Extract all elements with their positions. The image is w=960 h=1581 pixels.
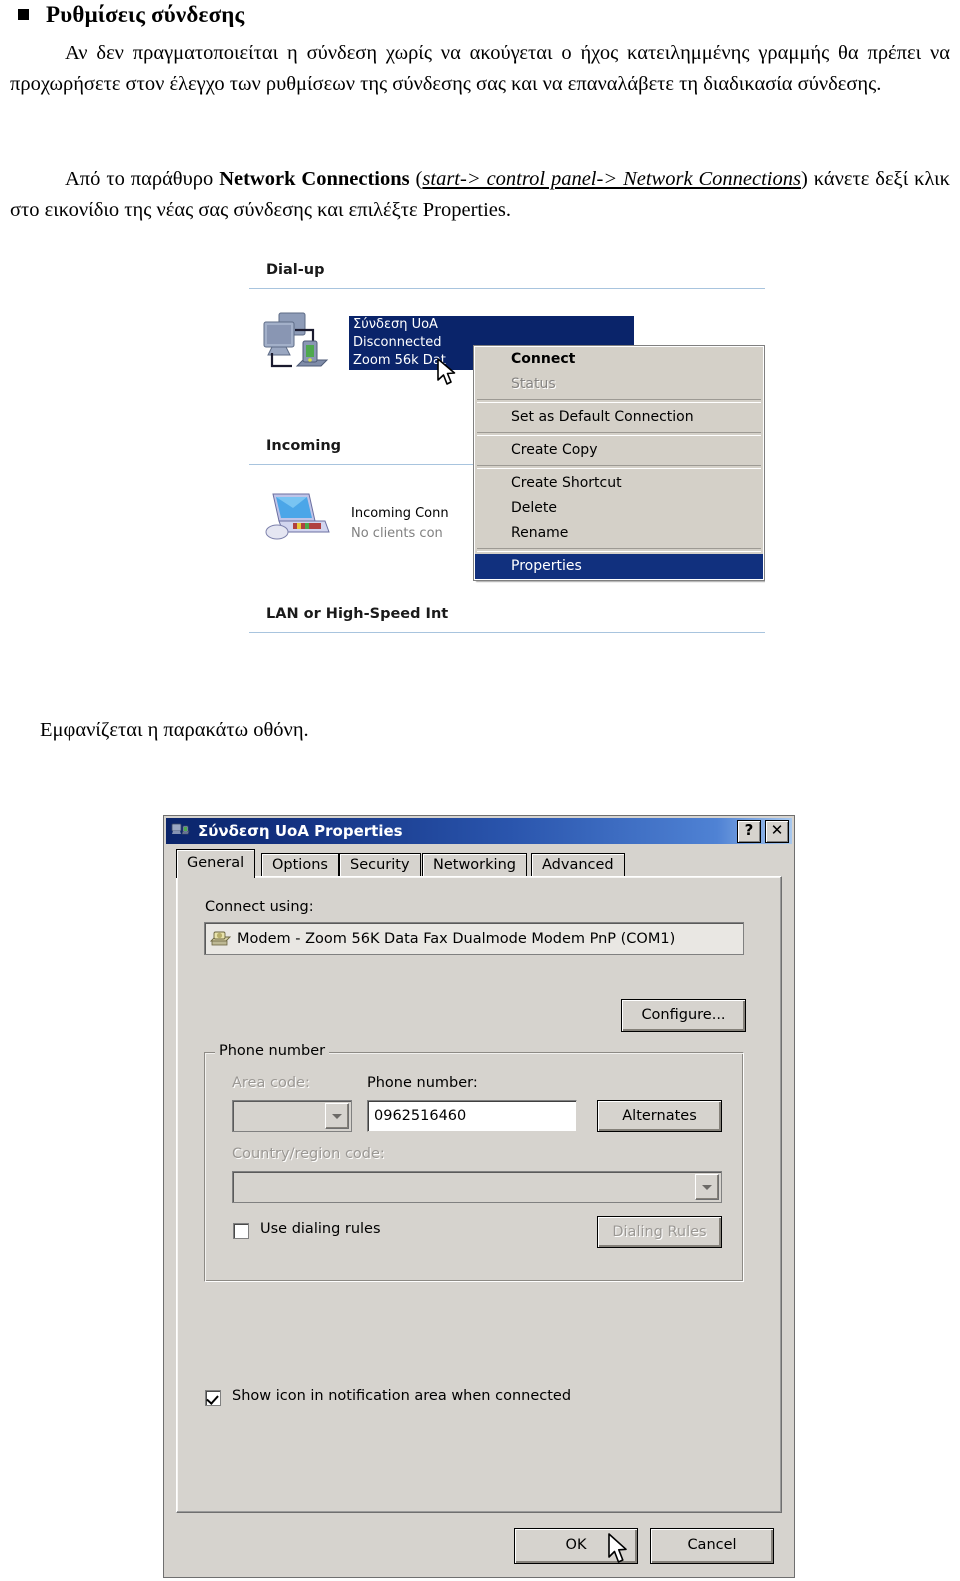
- alternates-button[interactable]: Alternates: [597, 1100, 722, 1132]
- page-title-text: Ρυθμίσεις σύνδεσης: [46, 2, 245, 27]
- modem-icon: [209, 929, 231, 949]
- configure-button[interactable]: Configure...: [621, 999, 746, 1032]
- context-menu-separator: [477, 399, 761, 403]
- context-menu-item-delete[interactable]: Delete: [475, 496, 763, 521]
- area-code-label: Area code:: [232, 1075, 310, 1091]
- context-menu-item-properties[interactable]: Properties: [475, 554, 763, 579]
- context-menu-item-create-copy[interactable]: Create Copy: [475, 438, 763, 463]
- incoming-connection-name[interactable]: Incoming Conn: [351, 506, 449, 521]
- para2-lead: Από το παράθυρο: [65, 168, 220, 190]
- dialog-titlebar[interactable]: Σύνδεση UoA Properties ? ✕: [166, 818, 792, 844]
- ok-button[interactable]: OK: [514, 1528, 638, 1564]
- context-menu-item-status: Status: [511, 376, 556, 392]
- group-header-dial-up: Dial-up: [266, 262, 325, 278]
- paragraph-connection-settings: Αν δεν πραγματοποιείται η σύνδεση χωρίς …: [10, 42, 950, 95]
- dialog-tabstrip: General Options Security Networking Adva…: [176, 849, 782, 878]
- connect-using-label: Connect using:: [205, 899, 314, 915]
- show-icon-checkbox[interactable]: [205, 1390, 221, 1406]
- tab-security[interactable]: Security: [339, 853, 421, 877]
- paragraph-network-connections-instructions: Από το παράθυρο Network Connections (sta…: [10, 164, 950, 226]
- bullet-square-icon: [18, 9, 29, 20]
- group-rule-lan: [249, 632, 765, 633]
- connect-using-device-box[interactable]: Modem - Zoom 56K Data Fax Dualmode Modem…: [204, 922, 744, 955]
- para2-close-paren: ): [800, 168, 814, 190]
- incoming-connection-icon: [263, 488, 333, 542]
- connection-context-menu[interactable]: Connect Status Set as Default Connection…: [473, 345, 765, 581]
- show-icon-label: Show icon in notification area when conn…: [232, 1388, 572, 1404]
- context-menu-item-connect[interactable]: Connect: [475, 347, 763, 372]
- para2-bold-network-connections: Network Connections: [219, 168, 410, 190]
- cancel-button[interactable]: Cancel: [650, 1528, 774, 1564]
- phone-number-label: Phone number:: [367, 1075, 478, 1091]
- network-connections-screenshot: Dial-up Σύνδεση UoA Disconnected Zoom 56…: [249, 258, 765, 658]
- area-code-combobox[interactable]: [232, 1100, 352, 1132]
- group-header-incoming: Incoming: [266, 438, 342, 454]
- para2-open-paren: (: [409, 168, 423, 190]
- context-menu-item-create-shortcut[interactable]: Create Shortcut: [475, 471, 763, 496]
- dialog-title-buttons: ? ✕: [737, 820, 789, 843]
- context-menu-separator: [477, 432, 761, 436]
- use-dialing-rules-label: Use dialing rules: [260, 1221, 381, 1237]
- country-region-code-combobox[interactable]: [232, 1171, 722, 1203]
- chevron-down-icon[interactable]: [325, 1103, 349, 1129]
- para2-path-link: start-> control panel-> Network Connecti…: [422, 168, 801, 190]
- tab-panel-general: Connect using: Modem - Zoom 56K Data Fax…: [176, 876, 782, 1513]
- country-region-code-label: Country/region code:: [232, 1146, 385, 1162]
- dialog-title-text: Σύνδεση UoA Properties: [198, 822, 403, 840]
- phone-number-group-title: Phone number: [215, 1043, 330, 1059]
- paragraph-next-screen: Εμφανίζεται η παρακάτω οθόνη.: [40, 719, 309, 741]
- connection-properties-dialog: Σύνδεση UoA Properties ? ✕ General Optio…: [163, 815, 795, 1578]
- context-menu-separator: [477, 465, 761, 469]
- phone-number-groupbox: Phone number Area code: Phone number: 09…: [204, 1043, 744, 1282]
- incoming-connection-status: No clients con: [351, 526, 443, 541]
- dialup-connection-name: Σύνδεση UoA: [353, 317, 438, 332]
- tab-general[interactable]: General: [176, 849, 256, 878]
- use-dialing-rules-checkbox[interactable]: [233, 1223, 249, 1239]
- dialup-connection-icon: [171, 822, 190, 840]
- tab-advanced[interactable]: Advanced: [531, 853, 625, 877]
- page-title: Ρυθμίσεις σύνδεσης: [18, 2, 244, 28]
- help-button[interactable]: ?: [737, 820, 761, 843]
- group-header-lan: LAN or High-Speed Int: [266, 606, 449, 622]
- dialup-connection-icon: [259, 308, 331, 374]
- tab-networking[interactable]: Networking: [422, 853, 527, 877]
- context-menu-item-set-as-default-connection[interactable]: Set as Default Connection: [475, 405, 763, 430]
- context-menu-item-rename[interactable]: Rename: [475, 521, 763, 546]
- tab-options[interactable]: Options: [261, 853, 339, 877]
- dialing-rules-button: Dialing Rules: [597, 1216, 722, 1248]
- context-menu-separator: [477, 548, 761, 552]
- group-rule-dial-up: [249, 288, 765, 289]
- dialup-connection-device: Zoom 56k Dat: [353, 353, 446, 368]
- connect-using-device-text: Modem - Zoom 56K Data Fax Dualmode Modem…: [237, 930, 676, 947]
- chevron-down-icon[interactable]: [695, 1174, 719, 1200]
- close-icon[interactable]: ✕: [765, 820, 789, 843]
- phone-number-input[interactable]: 0962516460: [367, 1100, 577, 1132]
- dialup-connection-status: Disconnected: [353, 335, 442, 350]
